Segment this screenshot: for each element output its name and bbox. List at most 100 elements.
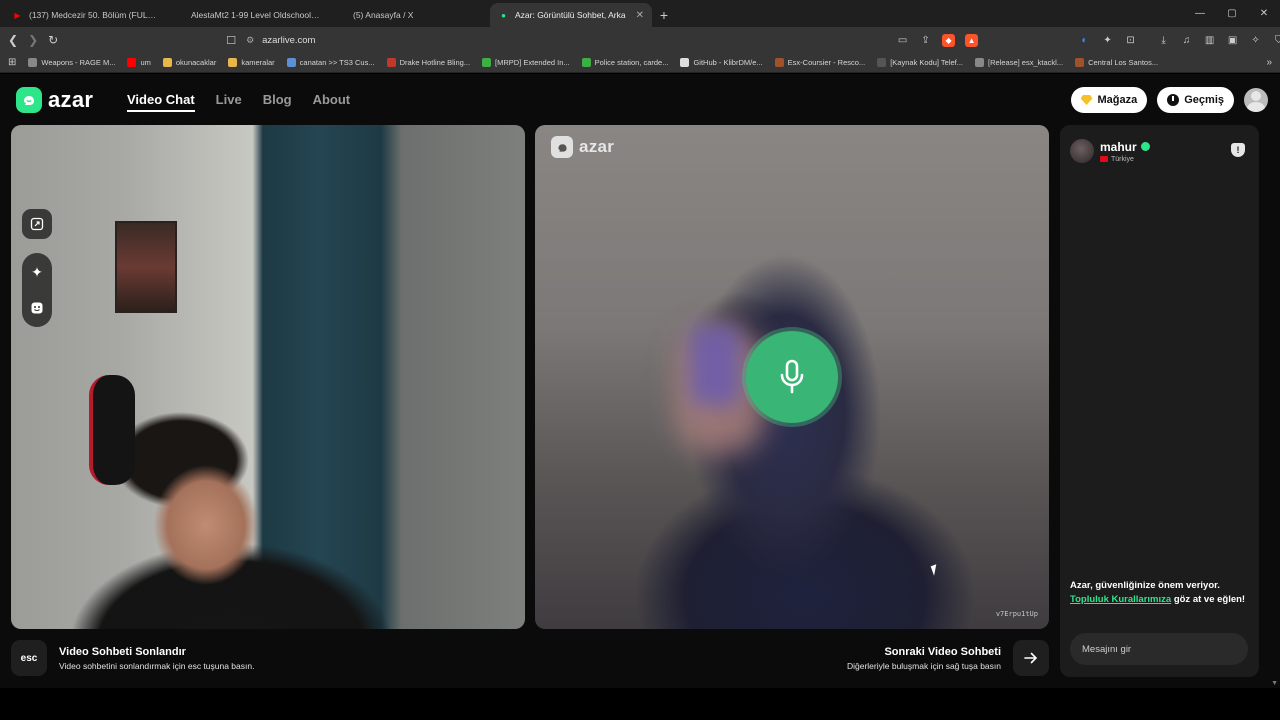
nav-live[interactable]: Live xyxy=(216,92,242,112)
gem-icon xyxy=(1080,95,1093,105)
url-text: azarlive.com xyxy=(262,34,316,46)
browser-tab[interactable]: A AlestaMt2 1-99 Level Oldschool 25 T xyxy=(166,3,328,27)
chat-panel: mahur Türkiye ! Azar, güvenliğinize önem… xyxy=(1060,125,1259,677)
bookmark-favicon-icon xyxy=(386,58,396,67)
bookmark-item[interactable]: Weapons - RAGE M... xyxy=(28,58,115,67)
bookmark-icon[interactable]: ☐ xyxy=(226,34,236,47)
tab-favicon-icon: ▶ xyxy=(14,10,21,20)
toolbar-icons: ▭ ⇪ ◆ ▲ ◐ ✦ ⊡ ⤓ ♫ ▥ ▣ ✧ ⛉ ☰ xyxy=(896,33,1280,47)
reload-button[interactable]: ↻ xyxy=(48,33,58,47)
bookmark-label: Police station, carde... xyxy=(594,58,669,67)
tab-favicon-icon: A xyxy=(176,10,183,20)
vpn-icon[interactable]: ◐ xyxy=(1078,34,1091,47)
end-chat-title: Video Sohbeti Sonlandır xyxy=(59,645,186,658)
forward-button[interactable]: ❯ xyxy=(28,33,38,47)
bookmark-favicon-icon xyxy=(975,58,985,67)
tab-search-icon[interactable]: ⊡ xyxy=(1124,34,1137,47)
next-chat-subtitle: Diğerleriyle buluşmak için sağ tuşa bası… xyxy=(846,660,1001,671)
history-label: Geçmiş xyxy=(1184,94,1224,106)
share-icon[interactable]: ⇪ xyxy=(919,34,932,47)
message-input[interactable] xyxy=(1070,633,1248,665)
apps-grid-icon[interactable]: ⊞ xyxy=(8,57,16,68)
next-chat-button[interactable] xyxy=(1013,640,1049,676)
esc-button[interactable]: esc xyxy=(11,640,47,676)
nav-blog[interactable]: Blog xyxy=(263,92,292,112)
azar-logo[interactable]: azar xyxy=(16,87,93,113)
bookmark-label: kameralar xyxy=(241,58,275,67)
nav-about[interactable]: About xyxy=(313,92,351,112)
bookmark-item[interactable]: GitHub - KlibrDM/e... xyxy=(680,58,763,67)
bookmark-item[interactable]: [Release] esx_ktackl... xyxy=(975,58,1063,67)
browser-tab[interactable]: ▶ (137) Medcezir 50. Bölüm (FULL HD) xyxy=(4,3,166,27)
leo-ai-icon[interactable]: ✧ xyxy=(1249,34,1262,47)
brave-rewards-icon[interactable]: ▲ xyxy=(965,33,979,47)
bookmark-label: Drake Hotline Bling... xyxy=(399,58,471,67)
browser-tab[interactable]: ● Azar: Görüntülü Sohbet, Arka ✕ xyxy=(490,3,652,27)
store-button[interactable]: Mağaza xyxy=(1070,87,1148,113)
cast-icon[interactable]: ▭ xyxy=(896,34,909,47)
bookmark-item[interactable]: Drake Hotline Bling... xyxy=(386,58,471,67)
face-mask-icon[interactable] xyxy=(22,293,52,323)
bookmark-item[interactable]: okunacaklar xyxy=(162,58,216,67)
bookmark-item[interactable]: Esx-Coursier - Resco... xyxy=(774,58,865,67)
bookmark-label: um xyxy=(140,58,151,67)
tab-title: AlestaMt2 1-99 Level Oldschool 25 T xyxy=(191,10,320,20)
bookmark-item[interactable]: [Kaynak Kodu] Telef... xyxy=(877,58,963,67)
url-field[interactable]: ⚙ azarlive.com xyxy=(246,30,886,50)
wallet-icon[interactable]: ▣ xyxy=(1226,34,1239,47)
window-controls: — ▢ ✕ xyxy=(1184,0,1280,27)
community-rules-link[interactable]: Topluluk Kurallarımıza xyxy=(1070,594,1171,605)
media-icon[interactable]: ♫ xyxy=(1180,34,1193,47)
vpn-shield-icon[interactable]: ⛉ xyxy=(1272,34,1280,47)
browser-tab-strip: ▶ (137) Medcezir 50. Bölüm (FULL HD) A Ales… xyxy=(0,0,1280,27)
expand-icon[interactable] xyxy=(22,209,52,239)
remote-video: azar v7Erpu1tUp xyxy=(535,125,1049,629)
site-info-icon[interactable]: ⚙ xyxy=(246,35,254,46)
brave-shields-icon[interactable]: ◆ xyxy=(942,33,956,47)
next-chat-hint: Sonraki Video Sohbeti Diğerleriyle buluş… xyxy=(847,640,1049,676)
close-tab-icon[interactable]: ✕ xyxy=(636,10,644,21)
bookmarks-bar: ⊞ Weapons - RAGE M... um okunacaklar kamera… xyxy=(0,53,1280,73)
bookmark-favicon-icon xyxy=(581,58,591,67)
tab-favicon-icon: X xyxy=(338,10,345,20)
headset xyxy=(89,375,135,485)
more-bookmarks-icon[interactable]: » xyxy=(1266,57,1272,68)
extensions-icon[interactable]: ✦ xyxy=(1101,34,1114,47)
peer-name: mahur xyxy=(1100,140,1150,154)
bookmark-item[interactable]: um xyxy=(127,58,151,67)
download-icon[interactable]: ⤓ xyxy=(1157,34,1170,47)
sidebar-icon[interactable]: ▥ xyxy=(1203,34,1216,47)
bookmark-item[interactable]: Central Los Santos... xyxy=(1075,58,1158,67)
bookmark-label: Central Los Santos... xyxy=(1088,58,1159,67)
safety-notice: Azar, güvenliğinize önem veriyor. Toplul… xyxy=(1070,580,1246,605)
tab-title: (5) Anasayfa / X xyxy=(353,10,414,20)
maximize-button[interactable]: ▢ xyxy=(1216,0,1248,27)
turkey-flag-icon xyxy=(1100,156,1108,162)
peer-country: Türkiye xyxy=(1100,156,1150,163)
tab-title: Azar: Görüntülü Sohbet, Arka xyxy=(515,10,626,20)
browser-tab[interactable]: X (5) Anasayfa / X xyxy=(328,3,490,27)
bookmark-item[interactable]: kameralar xyxy=(228,58,275,67)
bookmark-item[interactable]: [MRPD] Extended In... xyxy=(482,58,570,67)
sparkle-effects-icon[interactable]: ✦ xyxy=(22,257,52,287)
bookmark-label: canatan >> TS3 Cus... xyxy=(299,58,375,67)
bookmark-favicon-icon xyxy=(1075,58,1085,67)
microphone-button[interactable] xyxy=(746,331,838,423)
close-window-button[interactable]: ✕ xyxy=(1248,0,1280,27)
history-button[interactable]: Geçmiş xyxy=(1157,87,1234,113)
bookmark-favicon-icon xyxy=(28,58,38,67)
end-chat-hint: esc Video Sohbeti Sonlandır Video sohbet… xyxy=(11,640,254,676)
back-button[interactable]: ❮ xyxy=(8,33,18,47)
report-shield-icon[interactable]: ! xyxy=(1231,143,1245,157)
bookmark-item[interactable]: Police station, carde... xyxy=(581,58,669,67)
profile-avatar[interactable] xyxy=(1244,88,1268,112)
scroll-down-arrow[interactable]: ▼ xyxy=(1271,680,1278,687)
new-tab-button[interactable]: + xyxy=(652,3,676,27)
tab-favicon-icon: ● xyxy=(501,10,506,20)
bookmark-label: Weapons - RAGE M... xyxy=(41,58,116,67)
minimize-button[interactable]: — xyxy=(1184,0,1216,27)
bookmark-item[interactable]: canatan >> TS3 Cus... xyxy=(286,58,375,67)
nav-video-chat[interactable]: Video Chat xyxy=(127,92,195,112)
peer-avatar[interactable] xyxy=(1070,139,1094,163)
azar-logo-icon xyxy=(16,87,42,113)
